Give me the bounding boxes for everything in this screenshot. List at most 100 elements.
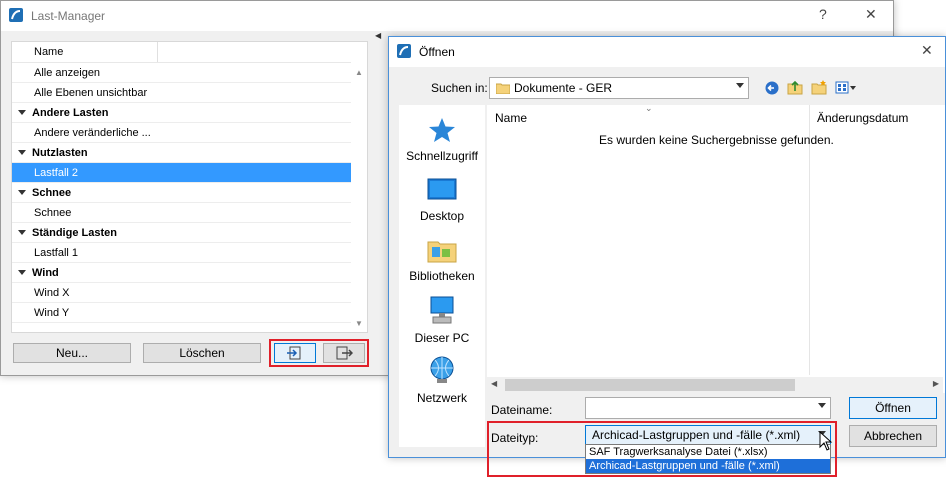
collapse-arrow-icon[interactable]: ◀ [375,31,381,40]
place-network[interactable]: Netzwerk [399,355,485,405]
up-folder-icon[interactable] [787,79,803,95]
computer-icon [430,296,454,324]
place-label: Schnellzugriff [406,149,478,163]
list-item-label: Wind X [34,287,70,299]
star-icon [429,118,455,142]
new-folder-icon[interactable] [811,79,827,95]
import-icon [287,346,301,360]
filetype-dropdown-list[interactable]: SAF Tragwerksanalyse Datei (*.xlsx) Arch… [585,444,831,474]
cancel-button[interactable]: Abbrechen [849,425,937,447]
list-item-label: Alle anzeigen [34,67,101,79]
scroll-thumb[interactable] [505,379,795,391]
open-dialog: Öffnen ✕ Suchen in: Dokumente - GER Schn… [388,36,946,477]
new-button[interactable]: Neu... [13,343,131,363]
places-bar: Schnellzugriff Desktop Bibliotheken Dies… [399,105,485,447]
delete-button[interactable]: Löschen [143,343,261,363]
help-button[interactable]: ? [819,6,827,22]
vertical-scrollbar[interactable]: ▲ ▼ [351,62,367,332]
archicad-app-icon [9,8,23,22]
empty-message: Es wurden keine Suchergebnisse gefunden. [599,133,834,147]
list-item-label: Alle Ebenen unsichtbar [34,87,148,99]
list-group-header[interactable]: Ständige Lasten [12,223,367,243]
place-desktop[interactable]: Desktop [399,177,485,223]
chevron-down-icon[interactable] [818,403,826,408]
desktop-icon [427,178,457,200]
look-in-combo[interactable]: Dokumente - GER [489,77,749,99]
filetype-option-xlsx[interactable]: SAF Tragwerksanalyse Datei (*.xlsx) [586,445,830,459]
list-item-label: Schnee [32,187,72,199]
list-header[interactable]: Name [12,42,367,63]
expand-triangle-icon[interactable] [18,190,26,195]
archicad-app-icon [397,44,411,58]
load-list[interactable]: Name Alle anzeigen Alle Ebenen unsichtbar… [11,41,368,333]
expand-triangle-icon[interactable] [18,230,26,235]
place-libraries[interactable]: Bibliotheken [399,237,485,283]
sort-chevron-icon: ⌄ [645,103,653,113]
import-button[interactable] [274,343,316,363]
list-item-label: Andere veränderliche ... [34,127,151,139]
list-item[interactable]: Alle anzeigen [12,63,367,83]
look-in-label: Suchen in: [431,81,488,95]
last-manager-titlebar[interactable]: Last-Manager ? ✕ [1,1,893,31]
filetype-option-xml[interactable]: Archicad-Lastgruppen und -fälle (*.xml) [586,459,830,473]
list-item-label: Lastfall 1 [34,247,79,259]
list-item[interactable]: Lastfall 1 [12,243,367,263]
window-title: Last-Manager [31,9,106,23]
filetype-value: Archicad-Lastgruppen und -fälle (*.xml) [592,428,801,442]
back-icon[interactable] [765,81,779,95]
horizontal-scrollbar[interactable]: ◀ ▶ [487,377,943,393]
place-quick-access[interactable]: Schnellzugriff [399,117,485,163]
list-item-label: Schnee [34,207,72,219]
filename-label: Dateiname: [491,403,553,417]
mouse-cursor-icon [819,431,833,451]
scroll-down-arrow-icon[interactable]: ▼ [355,319,363,328]
list-group-header[interactable]: Schnee [12,183,367,203]
list-item[interactable]: Andere veränderliche ... [12,123,367,143]
file-list[interactable]: ⌄ Name Änderungsdatum Es wurden keine Su… [487,103,945,393]
export-button[interactable] [323,343,365,363]
expand-triangle-icon[interactable] [18,110,26,115]
list-item-label: Wind Y [34,307,70,319]
open-button[interactable]: Öffnen [849,397,937,419]
list-item[interactable]: Schnee [12,203,367,223]
filename-input[interactable] [585,397,831,419]
column-header-name[interactable]: Name [34,46,63,58]
place-label: Desktop [419,209,465,223]
list-item[interactable]: Lastfall 2 [12,163,367,183]
list-item[interactable]: Wind X [12,283,367,303]
list-group-header[interactable]: Nutzlasten [12,143,367,163]
close-button[interactable]: ✕ [865,6,877,23]
scroll-up-arrow-icon[interactable]: ▲ [355,68,363,77]
list-group-header[interactable]: Andere Lasten [12,103,367,123]
list-item[interactable]: Alle Ebenen unsichtbar [12,83,367,103]
filetype-select[interactable]: Archicad-Lastgruppen und -fälle (*.xml) [585,425,831,445]
export-icon [336,346,354,360]
close-button[interactable]: ✕ [921,42,933,59]
column-header-date[interactable]: Änderungsdatum [817,111,908,125]
column-separator[interactable] [157,42,158,62]
list-item-label: Wind [32,267,59,279]
scroll-left-arrow-icon[interactable]: ◀ [491,379,497,388]
place-this-pc[interactable]: Dieser PC [399,295,485,345]
list-item-label: Andere Lasten [32,107,109,119]
list-group-header[interactable]: Wind [12,263,367,283]
folder-icon [496,83,510,94]
network-icon [430,356,454,383]
list-item-label: Nutzlasten [32,147,88,159]
place-label: Netzwerk [416,391,467,405]
column-header-name[interactable]: Name [495,111,527,125]
open-dialog-titlebar[interactable]: Öffnen ✕ [389,37,945,67]
scroll-right-arrow-icon[interactable]: ▶ [933,379,939,388]
list-rows: Alle anzeigen Alle Ebenen unsichtbar Ander… [12,63,367,323]
dialog-title: Öffnen [419,45,455,59]
libraries-icon [427,241,457,263]
expand-triangle-icon[interactable] [18,150,26,155]
expand-triangle-icon[interactable] [18,270,26,275]
filetype-label: Dateityp: [491,431,539,445]
list-item-label: Ständige Lasten [32,227,117,239]
look-in-value: Dokumente - GER [514,81,613,95]
list-item[interactable]: Wind Y [12,303,367,323]
place-label: Dieser PC [414,331,470,345]
view-menu-icon[interactable] [835,81,857,95]
place-label: Bibliotheken [409,269,475,283]
